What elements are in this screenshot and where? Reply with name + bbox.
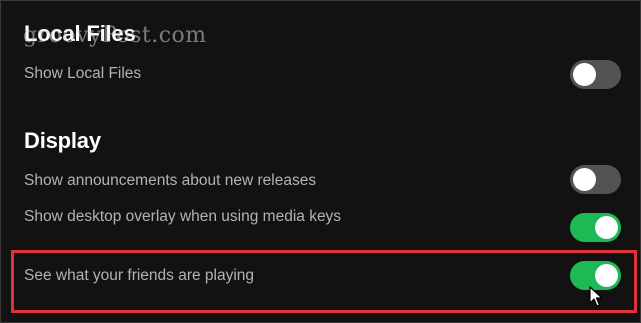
show-local-files-toggle[interactable] xyxy=(570,60,621,89)
toggle-knob xyxy=(573,63,596,86)
see-friends-playing-label: See what your friends are playing xyxy=(24,267,255,284)
show-announcements-toggle[interactable] xyxy=(570,165,621,194)
toggle-knob xyxy=(595,264,618,287)
mouse-cursor-icon xyxy=(589,286,603,307)
show-desktop-overlay-toggle[interactable] xyxy=(570,213,621,242)
toggle-knob xyxy=(595,216,618,239)
show-announcements-label: Show announcements about new releases xyxy=(24,172,317,189)
toggle-knob xyxy=(573,168,596,191)
show-local-files-label: Show Local Files xyxy=(24,65,142,82)
show-desktop-overlay-label: Show desktop overlay when using media ke… xyxy=(24,208,342,225)
settings-panel: Local Files groovyPost.com Show Local Fi… xyxy=(0,0,641,323)
display-heading: Display xyxy=(24,128,101,153)
watermark: groovyPost.com xyxy=(23,23,207,48)
